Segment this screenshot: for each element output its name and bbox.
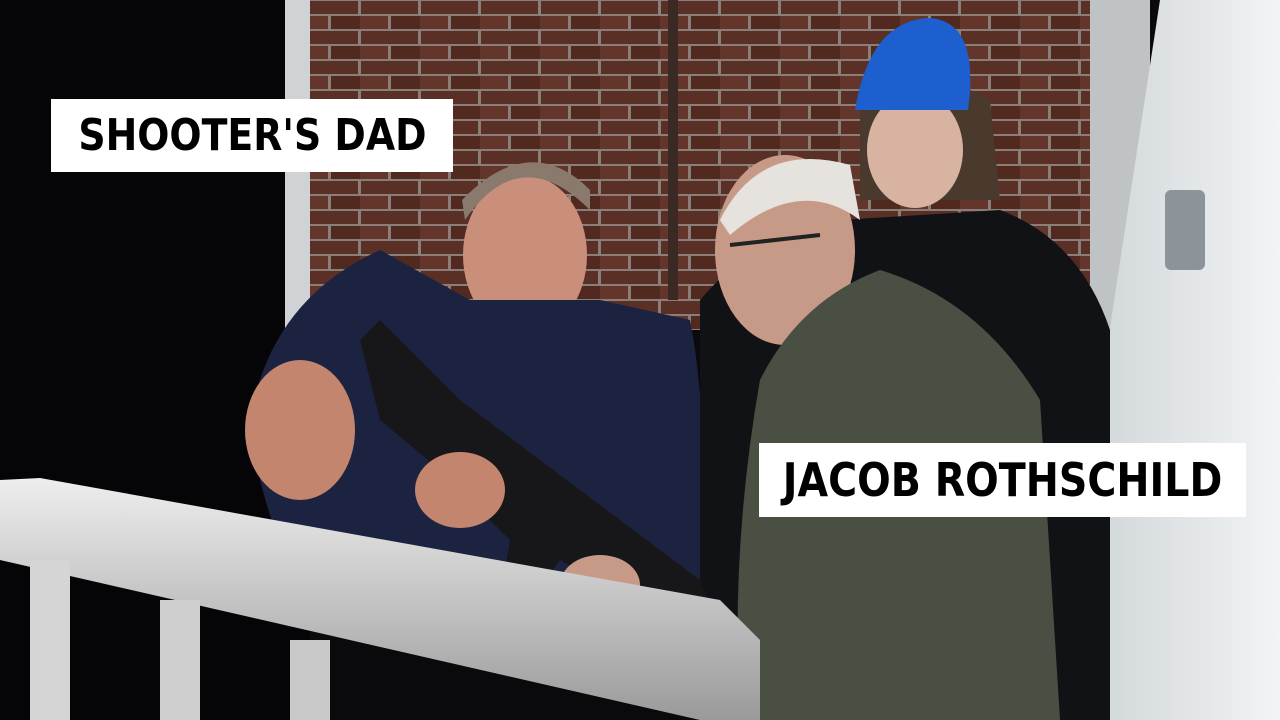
baluster-3	[290, 640, 330, 720]
caption-shooters-dad-text: SHOOTER'S DAD	[77, 110, 427, 161]
dad-arm	[245, 360, 355, 500]
baluster-1	[30, 560, 70, 720]
photo-scene: SHOOTER'S DAD JACOB ROTHSCHILD	[0, 0, 1280, 720]
caption-jacob-rothschild: JACOB ROTHSCHILD	[759, 443, 1246, 517]
baluster-2	[160, 600, 200, 720]
caption-shooters-dad: SHOOTER'S DAD	[51, 99, 453, 172]
door-handle	[1165, 190, 1205, 270]
wall-pipe	[668, 0, 678, 300]
caption-jacob-rothschild-text: JACOB ROTHSCHILD	[782, 453, 1223, 507]
dad-hand	[415, 452, 505, 528]
